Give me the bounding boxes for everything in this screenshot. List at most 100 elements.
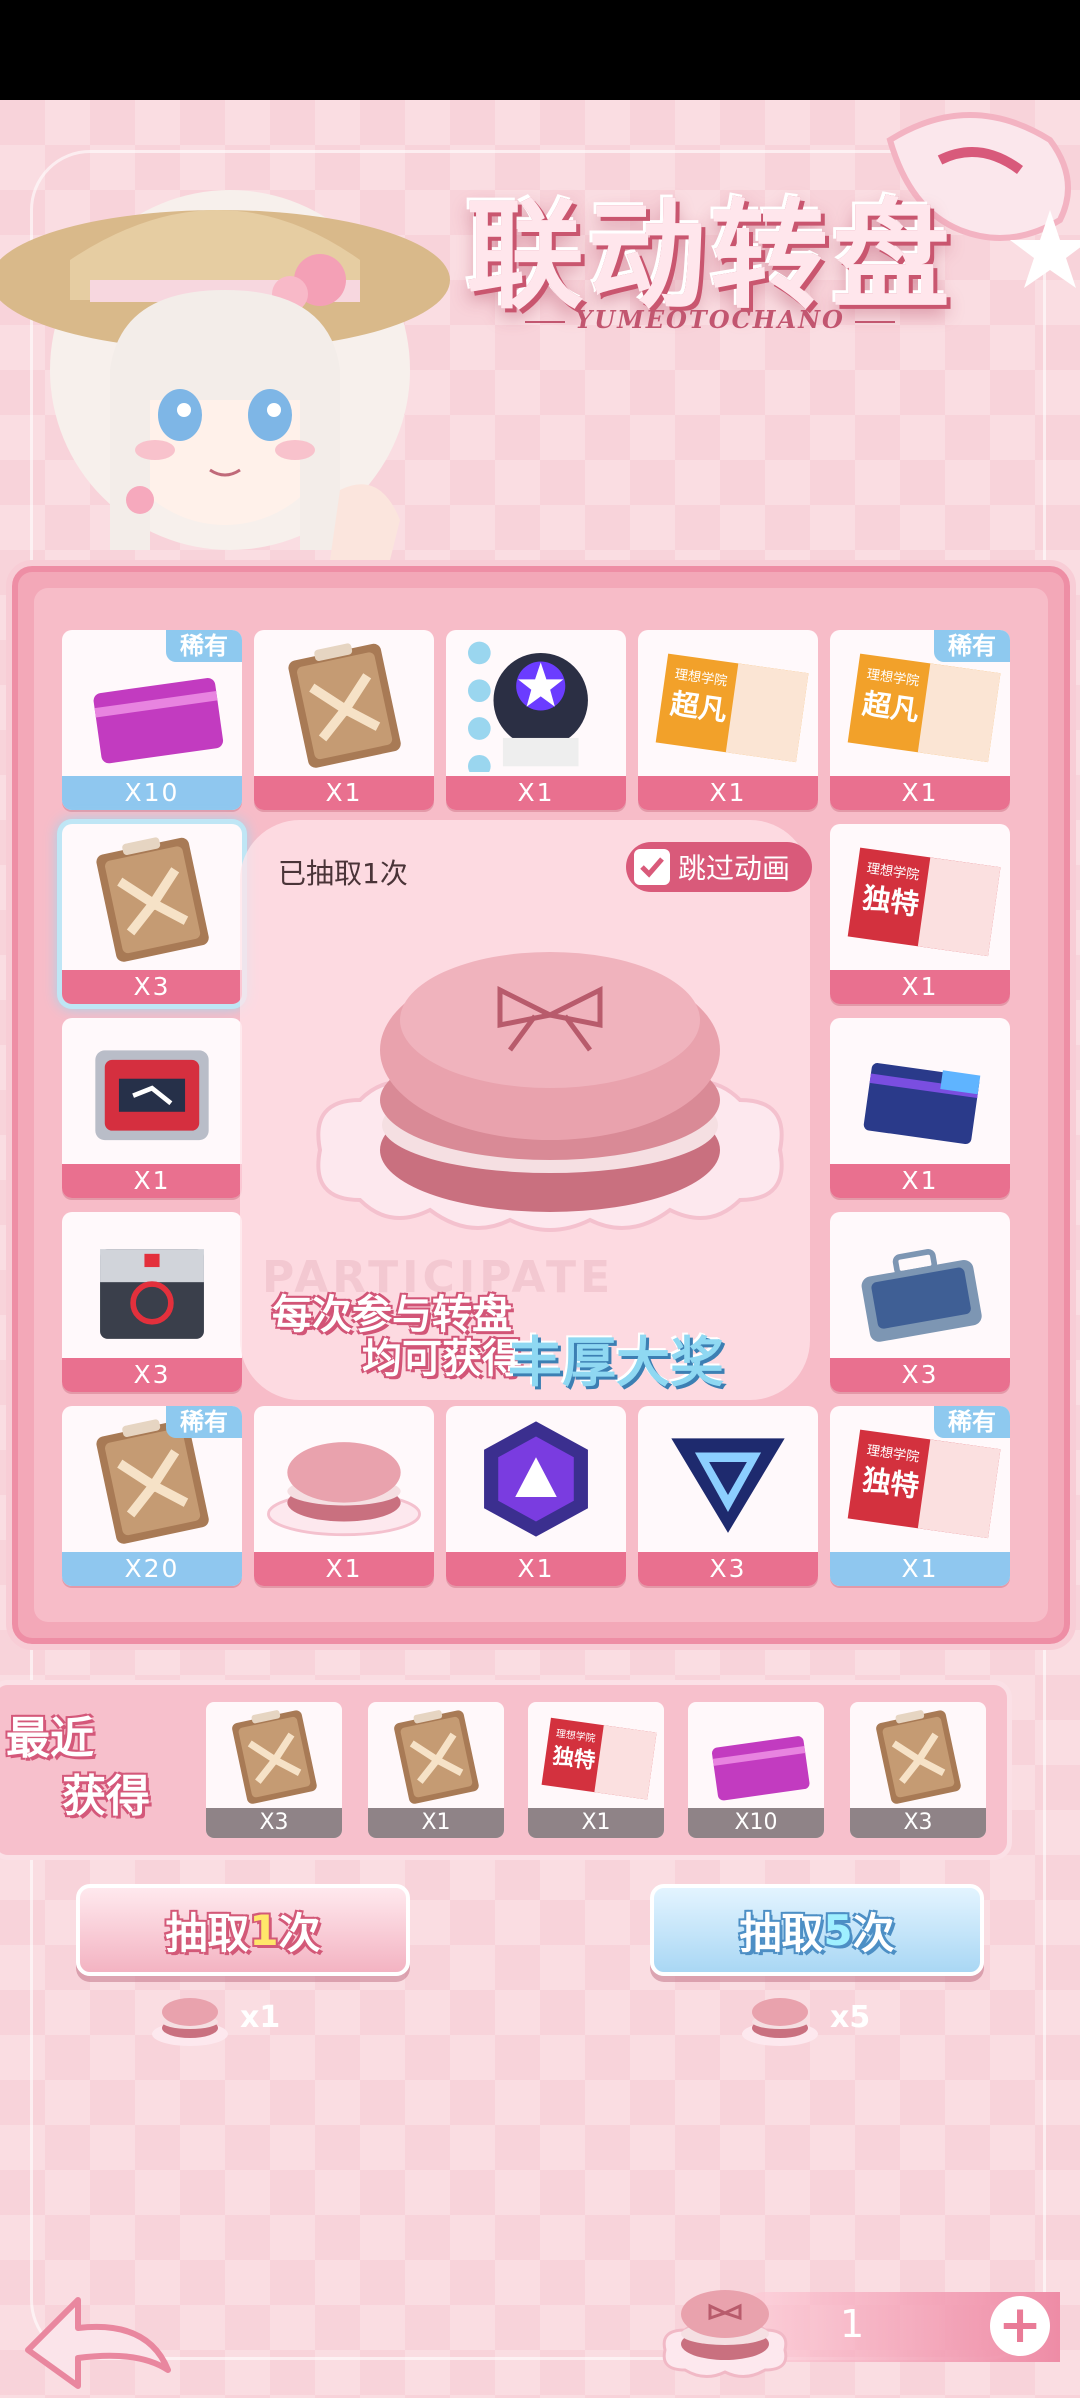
prize-art xyxy=(446,630,626,776)
brown-ticket-icon xyxy=(96,837,209,962)
promo-highlight: 丰厚大奖 xyxy=(508,1331,724,1394)
prize-slot[interactable]: 稀有 X20 xyxy=(62,1406,242,1586)
recent-label-line1: 最近 xyxy=(6,1713,94,1764)
prize-quantity: X1 xyxy=(254,776,434,810)
brown-ticket-icon xyxy=(288,643,401,768)
currency-value: 1 xyxy=(840,2302,865,2346)
prize-quantity: X3 xyxy=(62,1358,242,1392)
recent-reward-item[interactable]: X1 xyxy=(368,1702,504,1838)
rarity-badge: 稀有 xyxy=(166,630,242,662)
prize-slot[interactable]: 理想学院 独特 稀有 X1 xyxy=(830,1406,1010,1586)
recent-reward-item[interactable]: X3 xyxy=(850,1702,986,1838)
prize-quantity: X10 xyxy=(62,776,242,810)
prize-art xyxy=(62,1018,242,1164)
prize-slot[interactable]: X1 xyxy=(446,630,626,810)
prize-quantity: X1 xyxy=(254,1552,434,1586)
prize-art: 理想学院 超凡 xyxy=(638,630,818,776)
prize-slot[interactable]: X3 xyxy=(62,824,242,1004)
prize-quantity: X1 xyxy=(446,1552,626,1586)
recent-reward-art xyxy=(368,1702,504,1808)
add-currency-button[interactable]: + xyxy=(990,2296,1050,2356)
prize-slot[interactable]: X3 xyxy=(638,1406,818,1586)
draw-once-cost: x1 xyxy=(150,1982,280,2052)
prize-slot[interactable]: X1 xyxy=(62,1018,242,1198)
checkbox-checked-icon[interactable] xyxy=(634,849,670,885)
draw-count-text: 已抽取1次 xyxy=(278,857,408,890)
mech-box-icon xyxy=(95,1050,209,1141)
character-portrait xyxy=(0,190,450,560)
rarity-badge: 稀有 xyxy=(934,1406,1010,1438)
orange-ticket-icon: 理想学院超凡 xyxy=(655,653,809,763)
recent-reward-art: 理想学院 独特 xyxy=(528,1702,664,1808)
triangle-emblem-icon xyxy=(671,1438,785,1533)
case-icon xyxy=(861,1249,982,1342)
prize-quantity: X3 xyxy=(638,1552,818,1586)
draw-five-cost: x5 xyxy=(740,1982,870,2052)
purple-card-icon xyxy=(712,1736,810,1801)
draw-five-suffix: 次 xyxy=(852,1908,895,1958)
recent-reward-art xyxy=(688,1702,824,1808)
recent-reward-quantity: X1 xyxy=(528,1808,664,1838)
draw-five-button[interactable]: 抽取 5 次 xyxy=(650,1884,984,1976)
prize-quantity: X3 xyxy=(830,1358,1010,1392)
back-arrow-icon[interactable] xyxy=(18,2280,178,2390)
prize-art: 理想学院 独特 xyxy=(830,824,1010,970)
prize-quantity: X1 xyxy=(830,1552,1010,1586)
recent-reward-item[interactable]: X10 xyxy=(688,1702,824,1838)
prize-quantity: X20 xyxy=(62,1552,242,1586)
cube-box-icon xyxy=(100,1249,204,1339)
draw-five-cost-value: x5 xyxy=(830,1999,871,2035)
draw-five-number: 5 xyxy=(823,1905,853,1955)
prize-slot[interactable]: X1 xyxy=(446,1406,626,1586)
prize-slot[interactable]: X1 xyxy=(254,1406,434,1586)
prize-art xyxy=(830,1212,1010,1358)
prize-quantity: X1 xyxy=(638,776,818,810)
page-subtitle: YUMEOTOCHANO xyxy=(500,305,920,334)
macaron-icon xyxy=(742,1998,818,2046)
prize-art xyxy=(830,1018,1010,1164)
recent-reward-item[interactable]: 理想学院 独特 X1 xyxy=(528,1702,664,1838)
prize-slot[interactable]: 理想学院 超凡 稀有 X1 xyxy=(830,630,1010,810)
red-ticket-icon: 理想学院独特 xyxy=(541,1717,657,1800)
skip-animation-toggle[interactable]: 跳过动画 xyxy=(626,842,812,892)
recent-reward-art xyxy=(850,1702,986,1808)
prize-slot[interactable]: 理想学院 独特 X1 xyxy=(830,824,1010,1004)
draw-once-number: 1 xyxy=(249,1905,279,1955)
recent-label-line2: 获得 xyxy=(62,1771,150,1822)
draw-once-button[interactable]: 抽取 1 次 xyxy=(76,1884,410,1976)
macaron-currency-icon xyxy=(662,2290,788,2378)
prize-slot[interactable]: X3 xyxy=(830,1212,1010,1392)
recent-reward-art xyxy=(206,1702,342,1808)
draw-once-cost-value: x1 xyxy=(240,1999,281,2035)
recent-reward-quantity: X3 xyxy=(850,1808,986,1838)
prize-quantity: X1 xyxy=(62,1164,242,1198)
recent-reward-quantity: X10 xyxy=(688,1808,824,1838)
recent-reward-item[interactable]: X3 xyxy=(206,1702,342,1838)
macaron-icon xyxy=(316,952,784,1232)
recent-rewards-label: 最近 获得 xyxy=(0,1710,200,1826)
prize-quantity: X3 xyxy=(62,970,242,1004)
prize-art xyxy=(638,1406,818,1552)
red-ticket-icon: 理想学院独特 xyxy=(847,847,1001,957)
brown-ticket-icon xyxy=(394,1710,479,1804)
prize-slot[interactable]: X3 xyxy=(62,1212,242,1392)
prize-quantity: X1 xyxy=(830,776,1010,810)
prize-slot[interactable]: X1 xyxy=(254,630,434,810)
brown-ticket-icon xyxy=(876,1710,961,1804)
prize-quantity: X1 xyxy=(830,1164,1010,1198)
hex-emblem-icon xyxy=(484,1421,588,1537)
prize-slot[interactable]: 稀有 X10 xyxy=(62,630,242,810)
brown-ticket-icon xyxy=(232,1710,317,1804)
prize-art xyxy=(62,1212,242,1358)
prize-slot[interactable]: 理想学院 超凡 X1 xyxy=(638,630,818,810)
prize-quantity: X1 xyxy=(830,970,1010,1004)
rarity-badge: 稀有 xyxy=(166,1406,242,1438)
prize-art xyxy=(254,1406,434,1552)
character-avatar-icon xyxy=(468,641,588,772)
promo-text-line2: 均可获得 xyxy=(362,1336,522,1382)
prize-quantity: X1 xyxy=(446,776,626,810)
draw-five-prefix: 抽取 xyxy=(739,1908,824,1958)
prize-slot[interactable]: X1 xyxy=(830,1018,1010,1198)
prize-art xyxy=(62,824,242,970)
draw-once-suffix: 次 xyxy=(278,1908,321,1958)
